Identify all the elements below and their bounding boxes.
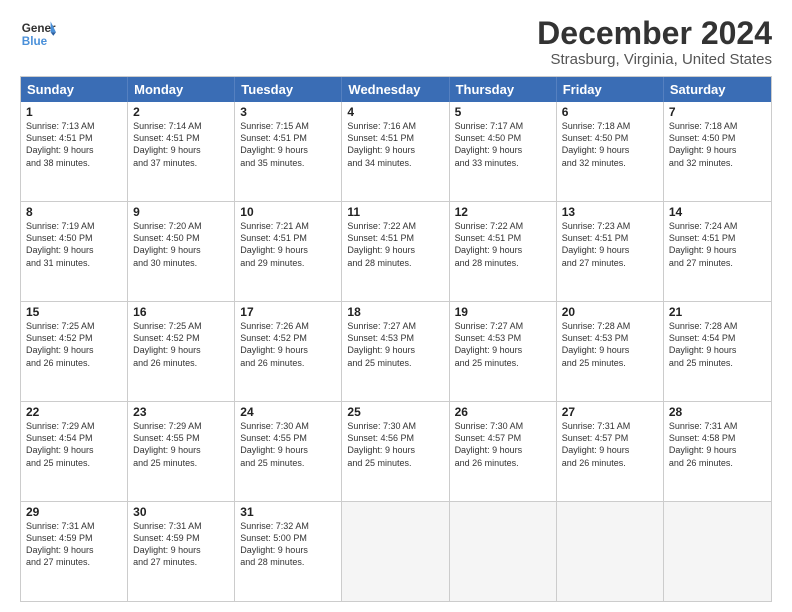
cell-dec14: 14 Sunrise: 7:24 AMSunset: 4:51 PMDaylig… bbox=[664, 202, 771, 301]
cell-empty-2 bbox=[450, 502, 557, 601]
header-saturday: Saturday bbox=[664, 77, 771, 102]
cell-dec10: 10 Sunrise: 7:21 AMSunset: 4:51 PMDaylig… bbox=[235, 202, 342, 301]
cell-dec2: 2 Sunrise: 7:14 AMSunset: 4:51 PMDayligh… bbox=[128, 102, 235, 201]
cell-dec24: 24 Sunrise: 7:30 AMSunset: 4:55 PMDaylig… bbox=[235, 402, 342, 501]
header: General Blue December 2024 Strasburg, Vi… bbox=[20, 16, 772, 68]
header-wednesday: Wednesday bbox=[342, 77, 449, 102]
title-block: December 2024 Strasburg, Virginia, Unite… bbox=[537, 16, 772, 68]
cell-dec9: 9 Sunrise: 7:20 AMSunset: 4:50 PMDayligh… bbox=[128, 202, 235, 301]
cell-dec11: 11 Sunrise: 7:22 AMSunset: 4:51 PMDaylig… bbox=[342, 202, 449, 301]
cell-dec22: 22 Sunrise: 7:29 AMSunset: 4:54 PMDaylig… bbox=[21, 402, 128, 501]
cell-dec4: 4 Sunrise: 7:16 AMSunset: 4:51 PMDayligh… bbox=[342, 102, 449, 201]
cell-dec5: 5 Sunrise: 7:17 AMSunset: 4:50 PMDayligh… bbox=[450, 102, 557, 201]
cell-dec30: 30 Sunrise: 7:31 AMSunset: 4:59 PMDaylig… bbox=[128, 502, 235, 601]
cell-empty-4 bbox=[664, 502, 771, 601]
week-1: 1 Sunrise: 7:13 AMSunset: 4:51 PMDayligh… bbox=[21, 102, 771, 201]
cell-dec27: 27 Sunrise: 7:31 AMSunset: 4:57 PMDaylig… bbox=[557, 402, 664, 501]
header-monday: Monday bbox=[128, 77, 235, 102]
cell-dec18: 18 Sunrise: 7:27 AMSunset: 4:53 PMDaylig… bbox=[342, 302, 449, 401]
cell-dec3: 3 Sunrise: 7:15 AMSunset: 4:51 PMDayligh… bbox=[235, 102, 342, 201]
cell-dec20: 20 Sunrise: 7:28 AMSunset: 4:53 PMDaylig… bbox=[557, 302, 664, 401]
cell-dec8: 8 Sunrise: 7:19 AMSunset: 4:50 PMDayligh… bbox=[21, 202, 128, 301]
calendar: Sunday Monday Tuesday Wednesday Thursday… bbox=[20, 76, 772, 602]
cell-dec31: 31 Sunrise: 7:32 AMSunset: 5:00 PMDaylig… bbox=[235, 502, 342, 601]
cell-dec17: 17 Sunrise: 7:26 AMSunset: 4:52 PMDaylig… bbox=[235, 302, 342, 401]
calendar-header-row: Sunday Monday Tuesday Wednesday Thursday… bbox=[21, 77, 771, 102]
cell-dec19: 19 Sunrise: 7:27 AMSunset: 4:53 PMDaylig… bbox=[450, 302, 557, 401]
cell-dec16: 16 Sunrise: 7:25 AMSunset: 4:52 PMDaylig… bbox=[128, 302, 235, 401]
cell-dec26: 26 Sunrise: 7:30 AMSunset: 4:57 PMDaylig… bbox=[450, 402, 557, 501]
cell-dec1: 1 Sunrise: 7:13 AMSunset: 4:51 PMDayligh… bbox=[21, 102, 128, 201]
cell-dec13: 13 Sunrise: 7:23 AMSunset: 4:51 PMDaylig… bbox=[557, 202, 664, 301]
week-4: 22 Sunrise: 7:29 AMSunset: 4:54 PMDaylig… bbox=[21, 401, 771, 501]
week-3: 15 Sunrise: 7:25 AMSunset: 4:52 PMDaylig… bbox=[21, 301, 771, 401]
logo: General Blue bbox=[20, 16, 56, 52]
svg-text:Blue: Blue bbox=[22, 35, 48, 48]
cell-dec7: 7 Sunrise: 7:18 AMSunset: 4:50 PMDayligh… bbox=[664, 102, 771, 201]
page: General Blue December 2024 Strasburg, Vi… bbox=[0, 0, 792, 612]
week-2: 8 Sunrise: 7:19 AMSunset: 4:50 PMDayligh… bbox=[21, 201, 771, 301]
calendar-subtitle: Strasburg, Virginia, United States bbox=[537, 51, 772, 68]
cell-dec21: 21 Sunrise: 7:28 AMSunset: 4:54 PMDaylig… bbox=[664, 302, 771, 401]
cell-dec15: 15 Sunrise: 7:25 AMSunset: 4:52 PMDaylig… bbox=[21, 302, 128, 401]
calendar-title: December 2024 bbox=[537, 16, 772, 51]
cell-dec12: 12 Sunrise: 7:22 AMSunset: 4:51 PMDaylig… bbox=[450, 202, 557, 301]
cell-empty-1 bbox=[342, 502, 449, 601]
cell-dec28: 28 Sunrise: 7:31 AMSunset: 4:58 PMDaylig… bbox=[664, 402, 771, 501]
header-thursday: Thursday bbox=[450, 77, 557, 102]
cell-dec23: 23 Sunrise: 7:29 AMSunset: 4:55 PMDaylig… bbox=[128, 402, 235, 501]
cell-empty-3 bbox=[557, 502, 664, 601]
calendar-body: 1 Sunrise: 7:13 AMSunset: 4:51 PMDayligh… bbox=[21, 102, 771, 601]
logo-icon: General Blue bbox=[20, 16, 56, 52]
cell-dec6: 6 Sunrise: 7:18 AMSunset: 4:50 PMDayligh… bbox=[557, 102, 664, 201]
week-5: 29 Sunrise: 7:31 AMSunset: 4:59 PMDaylig… bbox=[21, 501, 771, 601]
cell-dec29: 29 Sunrise: 7:31 AMSunset: 4:59 PMDaylig… bbox=[21, 502, 128, 601]
cell-dec25: 25 Sunrise: 7:30 AMSunset: 4:56 PMDaylig… bbox=[342, 402, 449, 501]
header-sunday: Sunday bbox=[21, 77, 128, 102]
header-tuesday: Tuesday bbox=[235, 77, 342, 102]
header-friday: Friday bbox=[557, 77, 664, 102]
